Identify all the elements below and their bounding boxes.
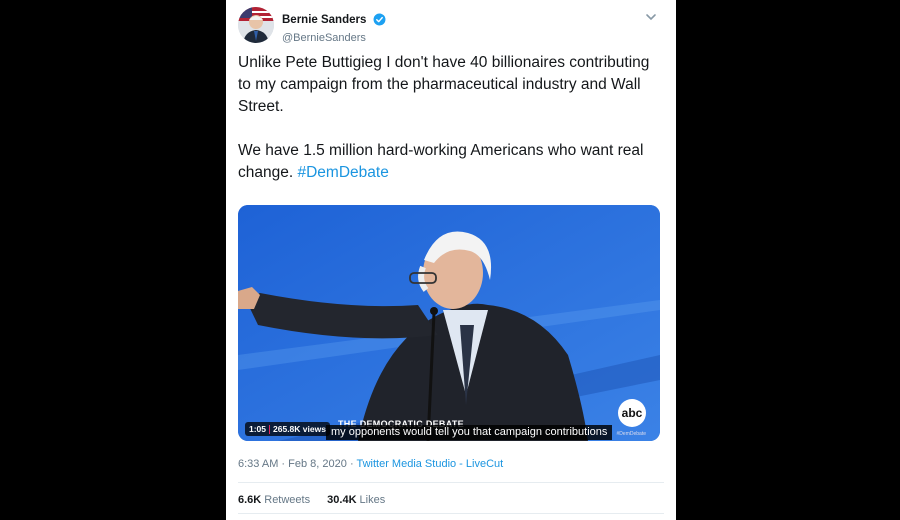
tweet-header: Bernie Sanders @BernieSanders — [238, 7, 664, 47]
tweet-date[interactable]: Feb 8, 2020 — [288, 458, 347, 470]
video-duration: 1:05 — [249, 424, 267, 434]
likes-count: 30.4K — [327, 494, 357, 506]
author-name[interactable]: Bernie Sanders — [282, 14, 366, 26]
likes-label: Likes — [359, 494, 386, 506]
retweets-stat[interactable]: 6.6K Retweets — [238, 494, 310, 506]
tweet-meta: 6:33 AM · Feb 8, 2020 · Twitter Media St… — [238, 458, 503, 470]
avatar[interactable] — [238, 7, 274, 43]
author-handle[interactable]: @BernieSanders — [282, 32, 386, 44]
author-block: Bernie Sanders @BernieSanders — [282, 11, 386, 44]
network-hashtag: #DemDebate — [616, 431, 646, 437]
tweet-text: Unlike Pete Buttigieg I don't have 40 bi… — [238, 52, 664, 184]
retweets-count: 6.6K — [238, 494, 262, 506]
chevron-down-icon[interactable] — [644, 10, 658, 24]
tweet-source-link[interactable]: Twitter Media Studio - LiveCut — [356, 458, 503, 470]
hashtag-link[interactable]: #DemDebate — [297, 164, 388, 181]
tweet-stats: 6.6K Retweets 30.4K Likes — [238, 494, 399, 506]
divider — [238, 513, 664, 514]
retweets-label: Retweets — [264, 494, 311, 506]
meta-dot: · — [281, 458, 286, 470]
divider — [238, 482, 664, 483]
closed-caption: my opponents would tell you that campaig… — [326, 425, 613, 440]
tweet-time[interactable]: 6:33 AM — [238, 458, 278, 470]
video-player[interactable]: THE DEMOCRATIC DEBATE my opponents would… — [238, 205, 660, 441]
video-info-badge: 1:05 265.8K views — [245, 422, 330, 436]
video-views: 265.8K views — [273, 424, 326, 434]
avatar-portrait-icon — [238, 7, 274, 43]
verified-badge-icon — [373, 13, 386, 26]
video-frame — [238, 205, 660, 441]
likes-stat[interactable]: 30.4K Likes — [327, 494, 385, 506]
tweet-card: Bernie Sanders @BernieSanders Unlike Pet… — [226, 0, 676, 520]
meta-dot-2: · — [349, 458, 354, 470]
tweet-paragraph-1: Unlike Pete Buttigieg I don't have 40 bi… — [238, 54, 650, 115]
tweet-paragraph-2: We have 1.5 million hard-working America… — [238, 140, 664, 184]
network-logo: abc — [618, 399, 646, 427]
badge-separator — [269, 425, 271, 435]
